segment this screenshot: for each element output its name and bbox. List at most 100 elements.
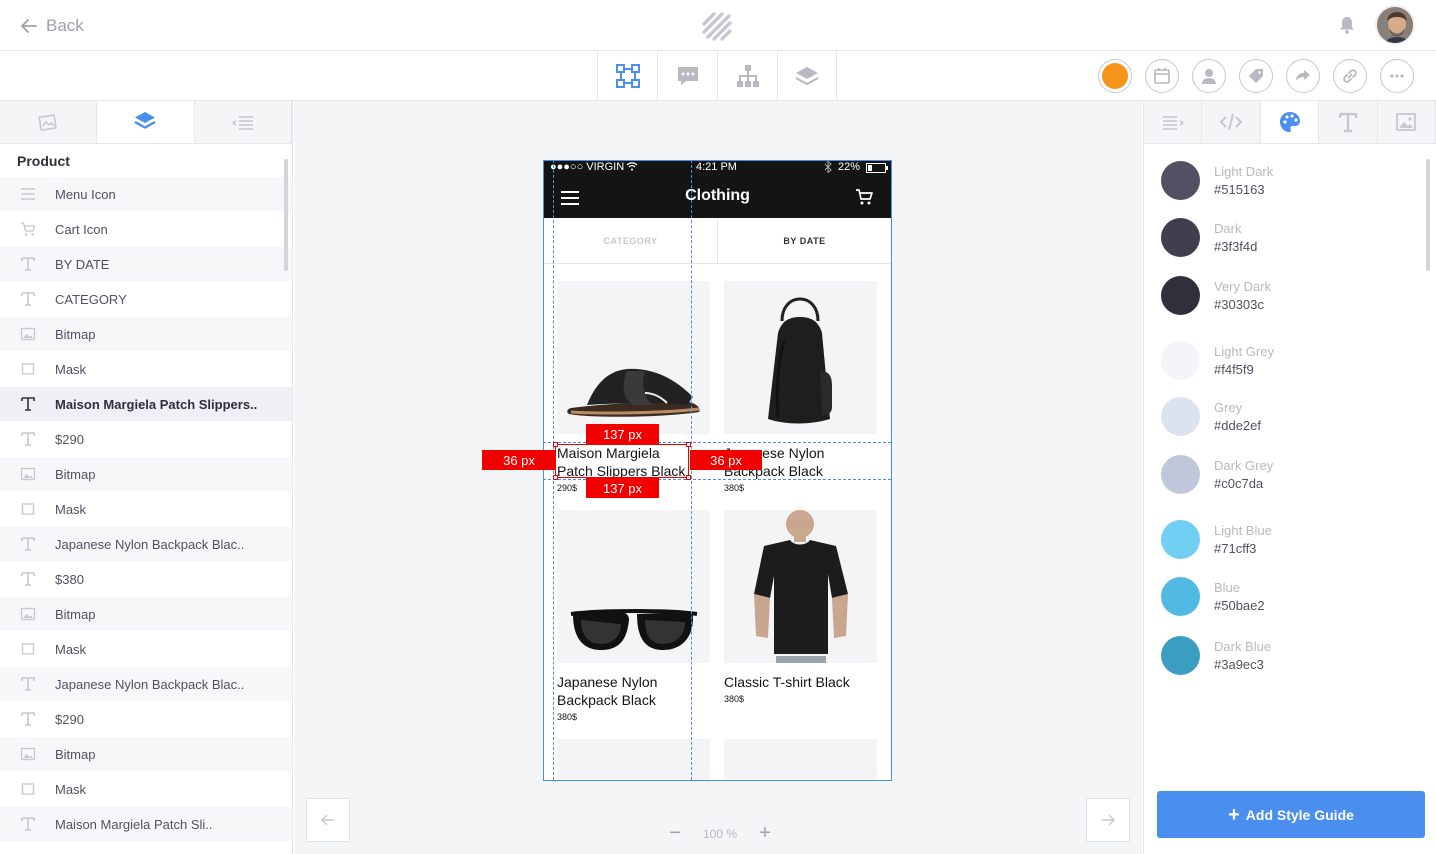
- color-swatch[interactable]: Very Dark #30303c: [1161, 276, 1271, 315]
- color-hex: #3f3f4d: [1214, 238, 1258, 254]
- tab-comments[interactable]: [657, 51, 717, 100]
- zoom-in-button[interactable]: +: [756, 822, 774, 845]
- calendar-icon: [1154, 68, 1170, 84]
- layer-list: Menu Icon Cart Icon BY DATE CATEGORY Bitmap M…: [0, 177, 292, 842]
- layer-item[interactable]: BY DATE: [0, 247, 292, 282]
- user-avatar[interactable]: [1375, 5, 1415, 45]
- tab-expand-panel[interactable]: [1144, 101, 1203, 143]
- resize-handle[interactable]: [553, 475, 558, 480]
- next-screen-button[interactable]: [1086, 798, 1130, 842]
- product-card[interactable]: Classic T-shirt Black 380$: [724, 510, 877, 704]
- user-icon: [1202, 69, 1216, 84]
- color-info: Dark Blue #3a9ec3: [1214, 638, 1271, 674]
- layer-item[interactable]: $290: [0, 702, 292, 737]
- link-button[interactable]: [1333, 59, 1367, 93]
- back-button[interactable]: Back: [20, 16, 84, 36]
- resize-handle[interactable]: [553, 442, 558, 447]
- color-swatch[interactable]: Light Dark #515163: [1161, 161, 1273, 200]
- color-dot: [1161, 397, 1200, 436]
- tab-colors[interactable]: [1260, 101, 1320, 143]
- zoom-out-button[interactable]: −: [666, 822, 684, 845]
- color-swatch[interactable]: Light Blue #71cff3: [1161, 520, 1272, 559]
- tag-button[interactable]: [1239, 59, 1273, 93]
- tab-by-date[interactable]: BY DATE: [718, 218, 891, 263]
- layer-item[interactable]: Maison Margiela Patch Sli..: [0, 807, 292, 842]
- resize-handle[interactable]: [686, 475, 691, 480]
- inspector-tabs: [1144, 101, 1436, 144]
- user-button[interactable]: [1192, 59, 1226, 93]
- color-swatch[interactable]: Dark #3f3f4d: [1161, 218, 1257, 257]
- layer-item[interactable]: $380: [0, 562, 292, 597]
- add-style-guide-button[interactable]: + Add Style Guide: [1157, 791, 1425, 838]
- zoom-control: − 100 % +: [666, 822, 774, 845]
- tab-hierarchy[interactable]: [717, 51, 777, 100]
- resize-handle[interactable]: [686, 442, 691, 447]
- color-button[interactable]: [1098, 59, 1132, 93]
- layer-label: Menu Icon: [55, 186, 116, 202]
- mask-icon: [0, 781, 55, 797]
- layer-item[interactable]: Menu Icon: [0, 177, 292, 212]
- tab-images[interactable]: [1377, 101, 1436, 143]
- product-card[interactable]: [557, 739, 710, 780]
- tab-layers[interactable]: [777, 51, 837, 100]
- layer-label: Mask: [55, 781, 87, 797]
- color-swatch[interactable]: Light Grey #f4f5f9: [1161, 341, 1274, 380]
- color-swatch[interactable]: Blue #50bae2: [1161, 577, 1265, 616]
- color-hex: #50bae2: [1214, 597, 1265, 613]
- text-icon: [1338, 112, 1358, 133]
- layer-item[interactable]: Mask: [0, 772, 292, 807]
- image-icon: [0, 326, 55, 342]
- cart-icon[interactable]: [855, 188, 873, 206]
- layer-item[interactable]: Japanese Nylon Backpack Blac..: [0, 667, 292, 702]
- color-swatch[interactable]: Grey #dde2ef: [1161, 397, 1261, 436]
- layer-item[interactable]: Japanese Nylon Backpack Blac..: [0, 527, 292, 562]
- color-swatch[interactable]: Dark Blue #3a9ec3: [1161, 636, 1271, 675]
- layer-item[interactable]: Bitmap: [0, 457, 292, 492]
- tab-code[interactable]: [1202, 101, 1261, 143]
- tab-typography[interactable]: [1319, 101, 1378, 143]
- layers-icon: [134, 112, 157, 129]
- menu-icon: [0, 186, 55, 202]
- layer-item[interactable]: Mask: [0, 492, 292, 527]
- layer-item[interactable]: Maison Margiela Patch Slippers..: [0, 387, 292, 422]
- layer-item[interactable]: Mask: [0, 632, 292, 667]
- inspector-scrollbar[interactable]: [1426, 159, 1430, 271]
- layer-item[interactable]: Bitmap: [0, 737, 292, 772]
- app-logo: [702, 12, 732, 41]
- color-name: Dark: [1214, 220, 1242, 236]
- color-hex: #f4f5f9: [1214, 361, 1254, 377]
- bell-icon[interactable]: [1339, 16, 1355, 34]
- product-price: 380$: [724, 694, 745, 704]
- arrow-left-icon: [21, 19, 37, 33]
- tab-collapse-panel[interactable]: [194, 101, 292, 143]
- layer-item[interactable]: Cart Icon: [0, 212, 292, 247]
- tab-select-tool[interactable]: [597, 51, 657, 100]
- layer-item[interactable]: Bitmap: [0, 317, 292, 352]
- color-dot: [1161, 520, 1200, 559]
- arrow-left-icon: [321, 814, 334, 826]
- product-image: [557, 510, 710, 663]
- measure-width-bottom: 137 px: [586, 478, 659, 498]
- selection-box[interactable]: [553, 442, 691, 480]
- share-button[interactable]: [1286, 59, 1320, 93]
- tab-layers-list[interactable]: [97, 101, 195, 143]
- more-button[interactable]: [1380, 59, 1414, 93]
- backpack-image: [768, 297, 832, 424]
- layer-item[interactable]: CATEGORY: [0, 282, 292, 317]
- layers-scrollbar[interactable]: [284, 159, 288, 271]
- product-card[interactable]: [724, 739, 877, 780]
- layer-item[interactable]: $290: [0, 422, 292, 457]
- prev-screen-button[interactable]: [306, 798, 350, 842]
- color-dot: [1161, 161, 1200, 200]
- color-swatch[interactable]: Dark Grey #c0c7da: [1161, 455, 1273, 494]
- product-card[interactable]: Japanese Nylon Backpack Black 380$: [557, 510, 710, 722]
- layer-label: Mask: [55, 501, 87, 517]
- layer-item[interactable]: Mask: [0, 352, 292, 387]
- calendar-button[interactable]: [1145, 59, 1179, 93]
- product-image: [557, 739, 710, 780]
- wifi-icon: [626, 161, 638, 174]
- layer-group-title[interactable]: Product: [0, 144, 292, 177]
- guide-line-vertical: [553, 160, 554, 780]
- layer-item[interactable]: Bitmap: [0, 597, 292, 632]
- tab-assets[interactable]: [0, 101, 98, 143]
